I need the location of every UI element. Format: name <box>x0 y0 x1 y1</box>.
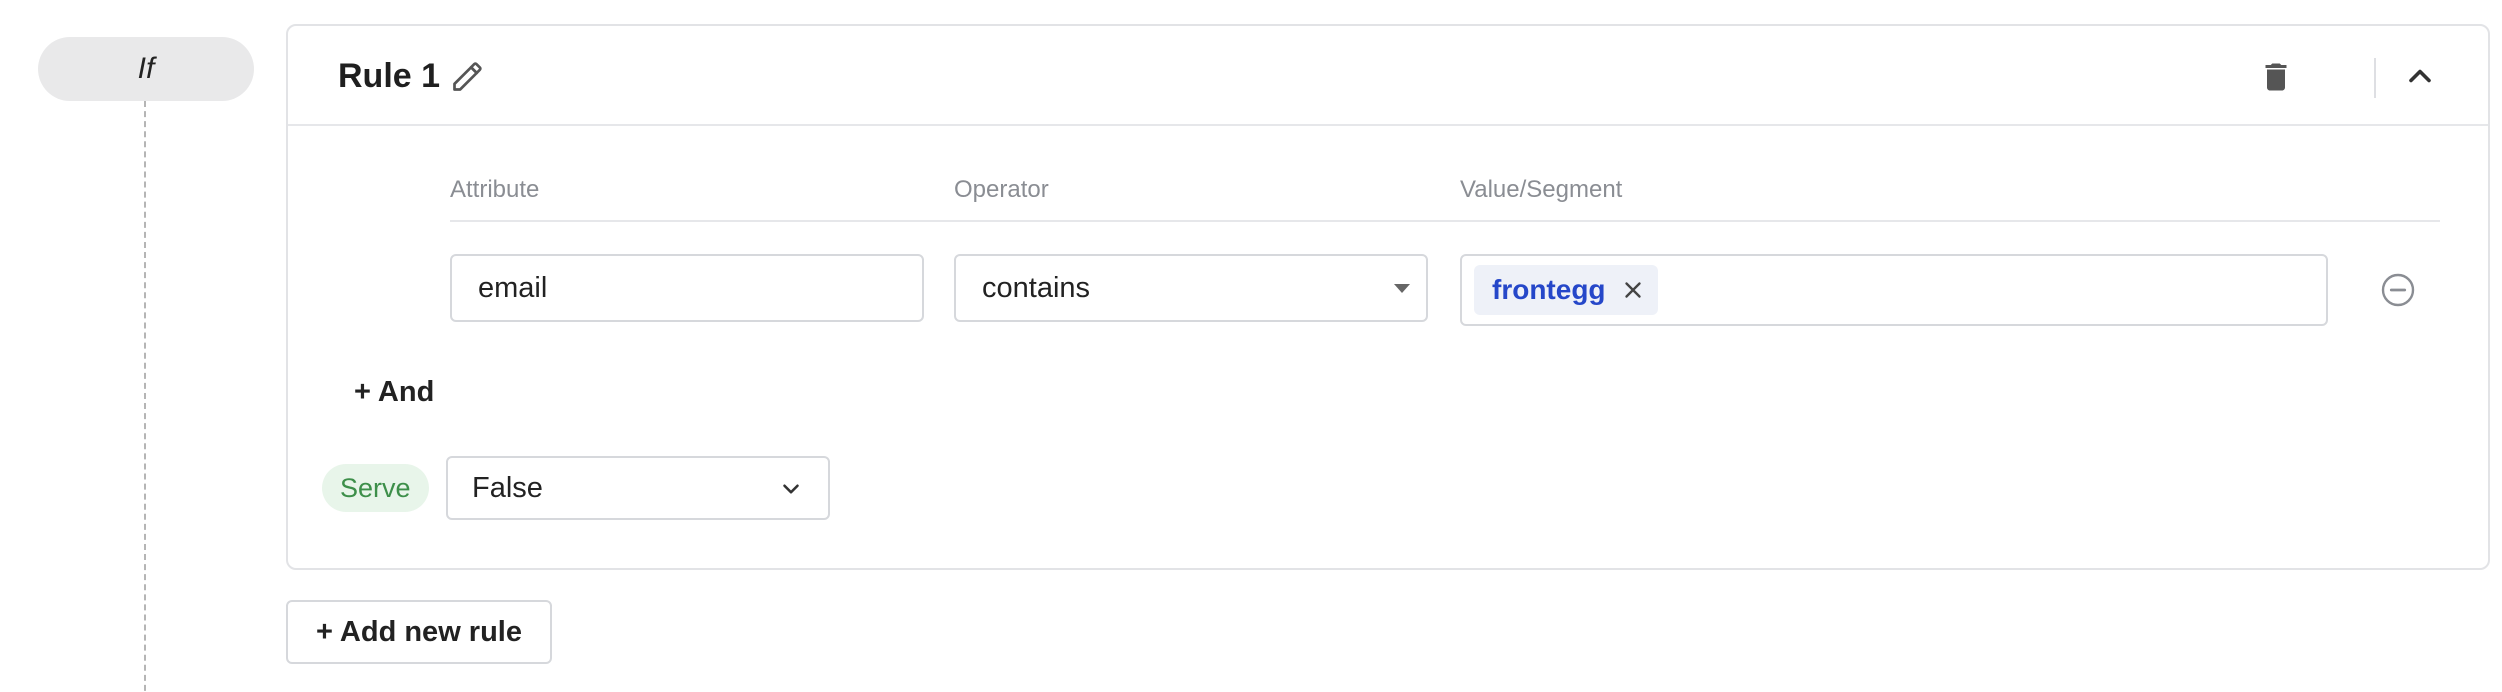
value-chip: frontegg <box>1474 265 1658 315</box>
value-chip-label: frontegg <box>1492 274 1606 305</box>
add-and-condition-link[interactable]: + And <box>354 376 434 409</box>
operator-select[interactable]: contains <box>954 254 1428 322</box>
value-segment-input[interactable]: frontegg <box>1460 254 2328 326</box>
rule-header: Rule 1 <box>288 26 2488 126</box>
operator-column-header: Operator <box>954 176 1049 203</box>
caret-down-icon <box>1394 284 1410 293</box>
if-label: If <box>137 52 155 85</box>
serve-value-select[interactable]: False <box>446 456 830 520</box>
attribute-column-header: Attribute <box>450 176 540 203</box>
header-divider <box>2374 58 2376 98</box>
if-condition-pill: If <box>38 37 254 101</box>
minus-circle-icon[interactable] <box>2380 272 2416 308</box>
chevron-up-icon[interactable] <box>2402 58 2438 94</box>
pencil-icon[interactable] <box>450 58 486 94</box>
chevron-down-icon <box>783 484 799 494</box>
rule-card: Rule 1 Attribute Operator Value/Segment … <box>286 24 2490 570</box>
condition-connector-line <box>144 101 146 692</box>
serve-badge: Serve <box>322 464 429 512</box>
rules-editor: If Rule 1 Attribute Operator Value/Segme… <box>0 0 2502 692</box>
rule-title: Rule 1 <box>338 57 441 95</box>
serve-value: False <box>472 471 543 504</box>
attribute-input[interactable]: email <box>450 254 924 322</box>
trash-icon[interactable] <box>2258 58 2294 96</box>
column-header-divider <box>450 220 2440 222</box>
add-new-rule-button[interactable]: + Add new rule <box>286 600 552 664</box>
operator-value: contains <box>982 271 1091 304</box>
attribute-value: email <box>478 271 548 304</box>
value-column-header: Value/Segment <box>1460 176 1623 203</box>
close-icon[interactable] <box>1620 277 1646 303</box>
